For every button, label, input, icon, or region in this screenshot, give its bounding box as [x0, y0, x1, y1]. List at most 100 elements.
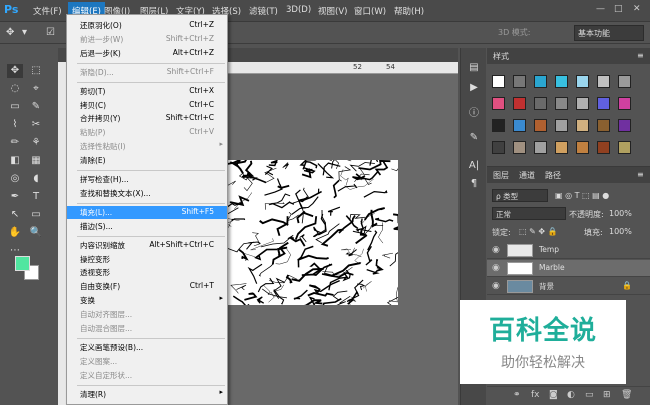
- menu-item[interactable]: 窗口(W): [354, 5, 386, 17]
- tab-paths[interactable]: 路径: [545, 170, 561, 181]
- new-layer-icon[interactable]: ⊞: [603, 390, 611, 400]
- mask-icon[interactable]: ◙: [549, 390, 558, 400]
- folder-icon[interactable]: ▭: [585, 390, 594, 400]
- style-swatch[interactable]: [576, 75, 589, 88]
- menu-item[interactable]: 视图(V): [318, 5, 347, 17]
- edit-menu-item[interactable]: 描边(S)...: [67, 220, 227, 233]
- brush-tool-icon[interactable]: ✂: [28, 118, 44, 132]
- link-icon[interactable]: ⚭: [513, 390, 521, 400]
- style-swatch[interactable]: [576, 141, 589, 154]
- style-swatch[interactable]: [534, 97, 547, 110]
- trash-icon[interactable]: 🗑: [621, 390, 632, 400]
- play-action-icon[interactable]: ▶: [466, 82, 482, 98]
- menu-item[interactable]: 文件(F): [33, 5, 62, 17]
- layer-row[interactable]: ◉ Temp: [487, 242, 650, 259]
- edit-menu-item[interactable]: 定义画笔预设(B)...: [67, 341, 227, 354]
- edit-menu-item[interactable]: 还原羽化(O) Ctrl+Z: [67, 19, 227, 32]
- foreground-color-swatch[interactable]: [15, 256, 30, 271]
- fill-value[interactable]: 100%: [609, 227, 632, 236]
- style-swatch[interactable]: [492, 141, 505, 154]
- style-swatch[interactable]: [513, 141, 526, 154]
- visibility-eye-icon[interactable]: ◉: [492, 245, 500, 255]
- fx-icon[interactable]: fx: [531, 390, 540, 400]
- edit-menu-item[interactable]: 拷贝(C) Ctrl+C: [67, 99, 227, 112]
- no-style-swatch[interactable]: [492, 75, 505, 88]
- style-swatch[interactable]: [597, 97, 610, 110]
- paragraph-icon[interactable]: ¶: [466, 178, 482, 194]
- shape-tool-icon[interactable]: ▭: [28, 208, 44, 222]
- eraser-tool-icon[interactable]: ◧: [7, 154, 23, 168]
- hand-tool-icon[interactable]: ✋: [7, 226, 23, 240]
- crop-tool-icon[interactable]: ▭: [7, 100, 23, 114]
- type-tool-icon[interactable]: T: [28, 190, 44, 204]
- style-swatch[interactable]: [555, 75, 568, 88]
- style-swatch[interactable]: [534, 141, 547, 154]
- clone-tool-icon[interactable]: ✏: [7, 136, 23, 150]
- maximize-button[interactable]: □: [614, 4, 623, 14]
- edit-menu-item[interactable]: 透视变形: [67, 266, 227, 279]
- dodge-tool-icon[interactable]: ◖: [28, 172, 44, 186]
- edit-menu-item[interactable]: 变换 ▸: [67, 294, 227, 307]
- visibility-eye-icon[interactable]: ◉: [492, 263, 500, 273]
- blur-tool-icon[interactable]: ◎: [7, 172, 23, 186]
- close-button[interactable]: ✕: [633, 4, 641, 14]
- lasso-tool-icon[interactable]: ◌: [7, 82, 23, 96]
- edit-menu-item[interactable]: 剪切(T) Ctrl+X: [67, 85, 227, 98]
- move-tool-icon[interactable]: ✥: [6, 27, 14, 38]
- chevron-down-icon[interactable]: ▾: [22, 27, 27, 38]
- style-swatch[interactable]: [513, 97, 526, 110]
- edit-menu-item[interactable]: 内容识别缩放 Alt+Shift+Ctrl+C: [67, 239, 227, 252]
- style-swatch[interactable]: [618, 97, 631, 110]
- edit-menu-item[interactable]: 合并拷贝(Y) Shift+Ctrl+C: [67, 112, 227, 125]
- menu-item[interactable]: 滤镜(T): [249, 5, 278, 17]
- filter-icons[interactable]: ▣ ◎ T ⬚ ▤ ●: [555, 191, 609, 200]
- visibility-eye-icon[interactable]: ◉: [492, 281, 500, 291]
- zoom-tool-icon[interactable]: 🔍: [28, 226, 44, 240]
- path-select-tool-icon[interactable]: ↖: [7, 208, 23, 222]
- style-swatch[interactable]: [513, 119, 526, 132]
- style-swatch[interactable]: [534, 75, 547, 88]
- style-swatch[interactable]: [597, 75, 610, 88]
- edit-menu-item[interactable]: 操控变形: [67, 253, 227, 266]
- opacity-value[interactable]: 100%: [609, 209, 632, 218]
- style-swatch[interactable]: [618, 141, 631, 154]
- style-swatch[interactable]: [513, 75, 526, 88]
- style-swatch[interactable]: [534, 119, 547, 132]
- style-swatch[interactable]: [576, 97, 589, 110]
- tab-channels[interactable]: 通道: [519, 170, 535, 181]
- move-tool-icon[interactable]: ✥: [7, 64, 23, 78]
- panel-menu-icon[interactable]: ≡: [637, 170, 644, 179]
- info-icon[interactable]: ⓘ: [466, 104, 482, 120]
- layer-row[interactable]: ◉ 背景 🔒: [487, 278, 650, 295]
- style-swatch[interactable]: [492, 119, 505, 132]
- style-swatch[interactable]: [618, 75, 631, 88]
- quick-select-tool-icon[interactable]: ⌖: [28, 82, 44, 96]
- lock-icons[interactable]: ⬚ ✎ ✥ 🔒: [519, 227, 558, 236]
- history-brush-tool-icon[interactable]: ⚘: [28, 136, 44, 150]
- tab-styles[interactable]: 样式: [493, 51, 509, 62]
- marquee-tool-icon[interactable]: ⬚: [28, 64, 44, 78]
- tab-layers[interactable]: 图层: [493, 170, 509, 181]
- marble-canvas-image[interactable]: [218, 160, 398, 305]
- panel-menu-icon[interactable]: ≡: [637, 51, 644, 60]
- edit-menu-item[interactable]: 后退一步(K) Alt+Ctrl+Z: [67, 47, 227, 60]
- workspace-select[interactable]: 基本功能: [574, 25, 644, 41]
- auto-select-checkbox[interactable]: ☑: [46, 27, 55, 38]
- edit-menu-item[interactable]: 清除(E): [67, 154, 227, 167]
- edit-menu-item[interactable]: 查找和替换文本(X)...: [67, 187, 227, 200]
- pen-tool-icon[interactable]: ✒: [7, 190, 23, 204]
- style-swatch[interactable]: [555, 119, 568, 132]
- healing-tool-icon[interactable]: ⌇: [7, 118, 23, 132]
- style-swatch[interactable]: [492, 97, 505, 110]
- adjustment-icon[interactable]: ◐: [567, 390, 575, 400]
- style-swatch[interactable]: [555, 141, 568, 154]
- layer-filter-select[interactable]: ρ 类型: [492, 189, 548, 202]
- gradient-tool-icon[interactable]: ▦: [28, 154, 44, 168]
- style-swatch[interactable]: [618, 119, 631, 132]
- style-swatch[interactable]: [555, 97, 568, 110]
- minimize-button[interactable]: —: [596, 4, 605, 14]
- layer-row[interactable]: ◉ Marble: [487, 260, 650, 277]
- style-swatch[interactable]: [597, 119, 610, 132]
- menu-item[interactable]: 帮助(H): [394, 5, 424, 17]
- edit-menu-item[interactable]: 填充(L)... Shift+F5: [67, 205, 227, 219]
